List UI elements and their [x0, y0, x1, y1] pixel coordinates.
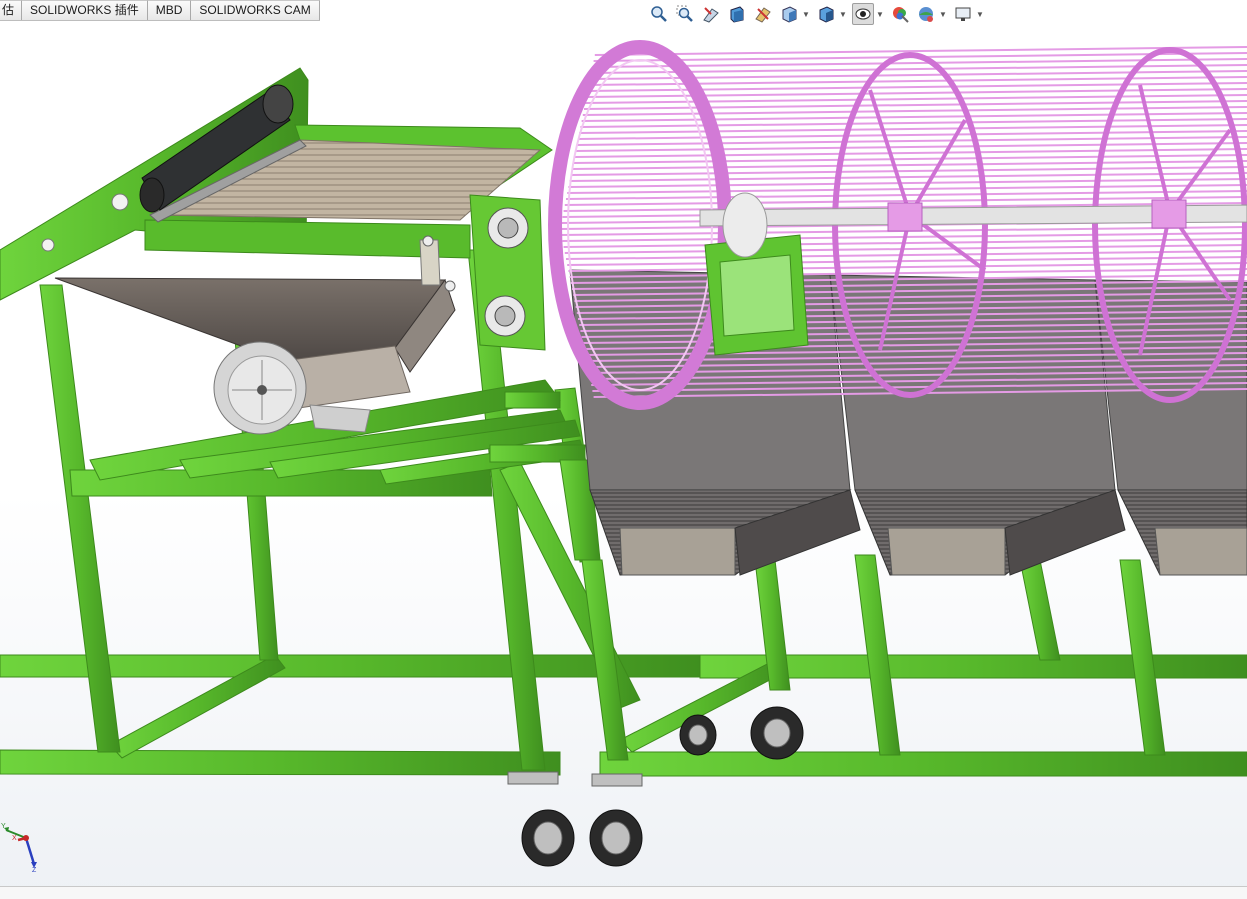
tab-solidworks-cam[interactable]: SOLIDWORKS CAM — [191, 0, 320, 20]
view-orientation-icon[interactable] — [778, 3, 800, 25]
command-manager-tabs: 估 SOLIDWORKS 插件 MBD SOLIDWORKS CAM — [0, 0, 320, 21]
chevron-down-icon[interactable]: ▼ — [876, 10, 884, 19]
dynamic-annotation-icon[interactable] — [752, 3, 774, 25]
apply-scene-icon[interactable] — [915, 3, 937, 25]
view-settings-icon[interactable] — [952, 3, 974, 25]
hide-show-items-icon[interactable] — [852, 3, 874, 25]
chevron-down-icon[interactable]: ▼ — [939, 10, 947, 19]
reference-triad: Y X Z — [1, 823, 37, 872]
graphics-viewport[interactable]: 估 SOLIDWORKS 插件 MBD SOLIDWORKS CAM ▼ ▼ ▼… — [0, 0, 1247, 899]
zoom-to-fit-icon[interactable] — [648, 3, 670, 25]
zoom-to-area-icon[interactable] — [674, 3, 696, 25]
triad-z-label: Z — [32, 867, 37, 872]
chevron-down-icon[interactable]: ▼ — [839, 10, 847, 19]
status-bar-edge — [0, 886, 1247, 899]
heads-up-view-toolbar: ▼ ▼ ▼ ▼ ▼ — [646, 1, 987, 27]
chevron-down-icon[interactable]: ▼ — [802, 10, 810, 19]
section-view-icon[interactable] — [726, 3, 748, 25]
edit-appearance-icon[interactable] — [889, 3, 911, 25]
chevron-down-icon[interactable]: ▼ — [976, 10, 984, 19]
tab-solidworks-addins[interactable]: SOLIDWORKS 插件 — [22, 0, 148, 20]
triad-x-label: X — [12, 835, 17, 842]
trommel-screen-model[interactable] — [0, 0, 1247, 898]
tab-evaluate[interactable]: 估 — [0, 0, 23, 20]
triad-y-label: Y — [1, 823, 6, 830]
tab-mbd[interactable]: MBD — [147, 0, 192, 20]
previous-view-icon[interactable] — [700, 3, 722, 25]
display-style-icon[interactable] — [815, 3, 837, 25]
